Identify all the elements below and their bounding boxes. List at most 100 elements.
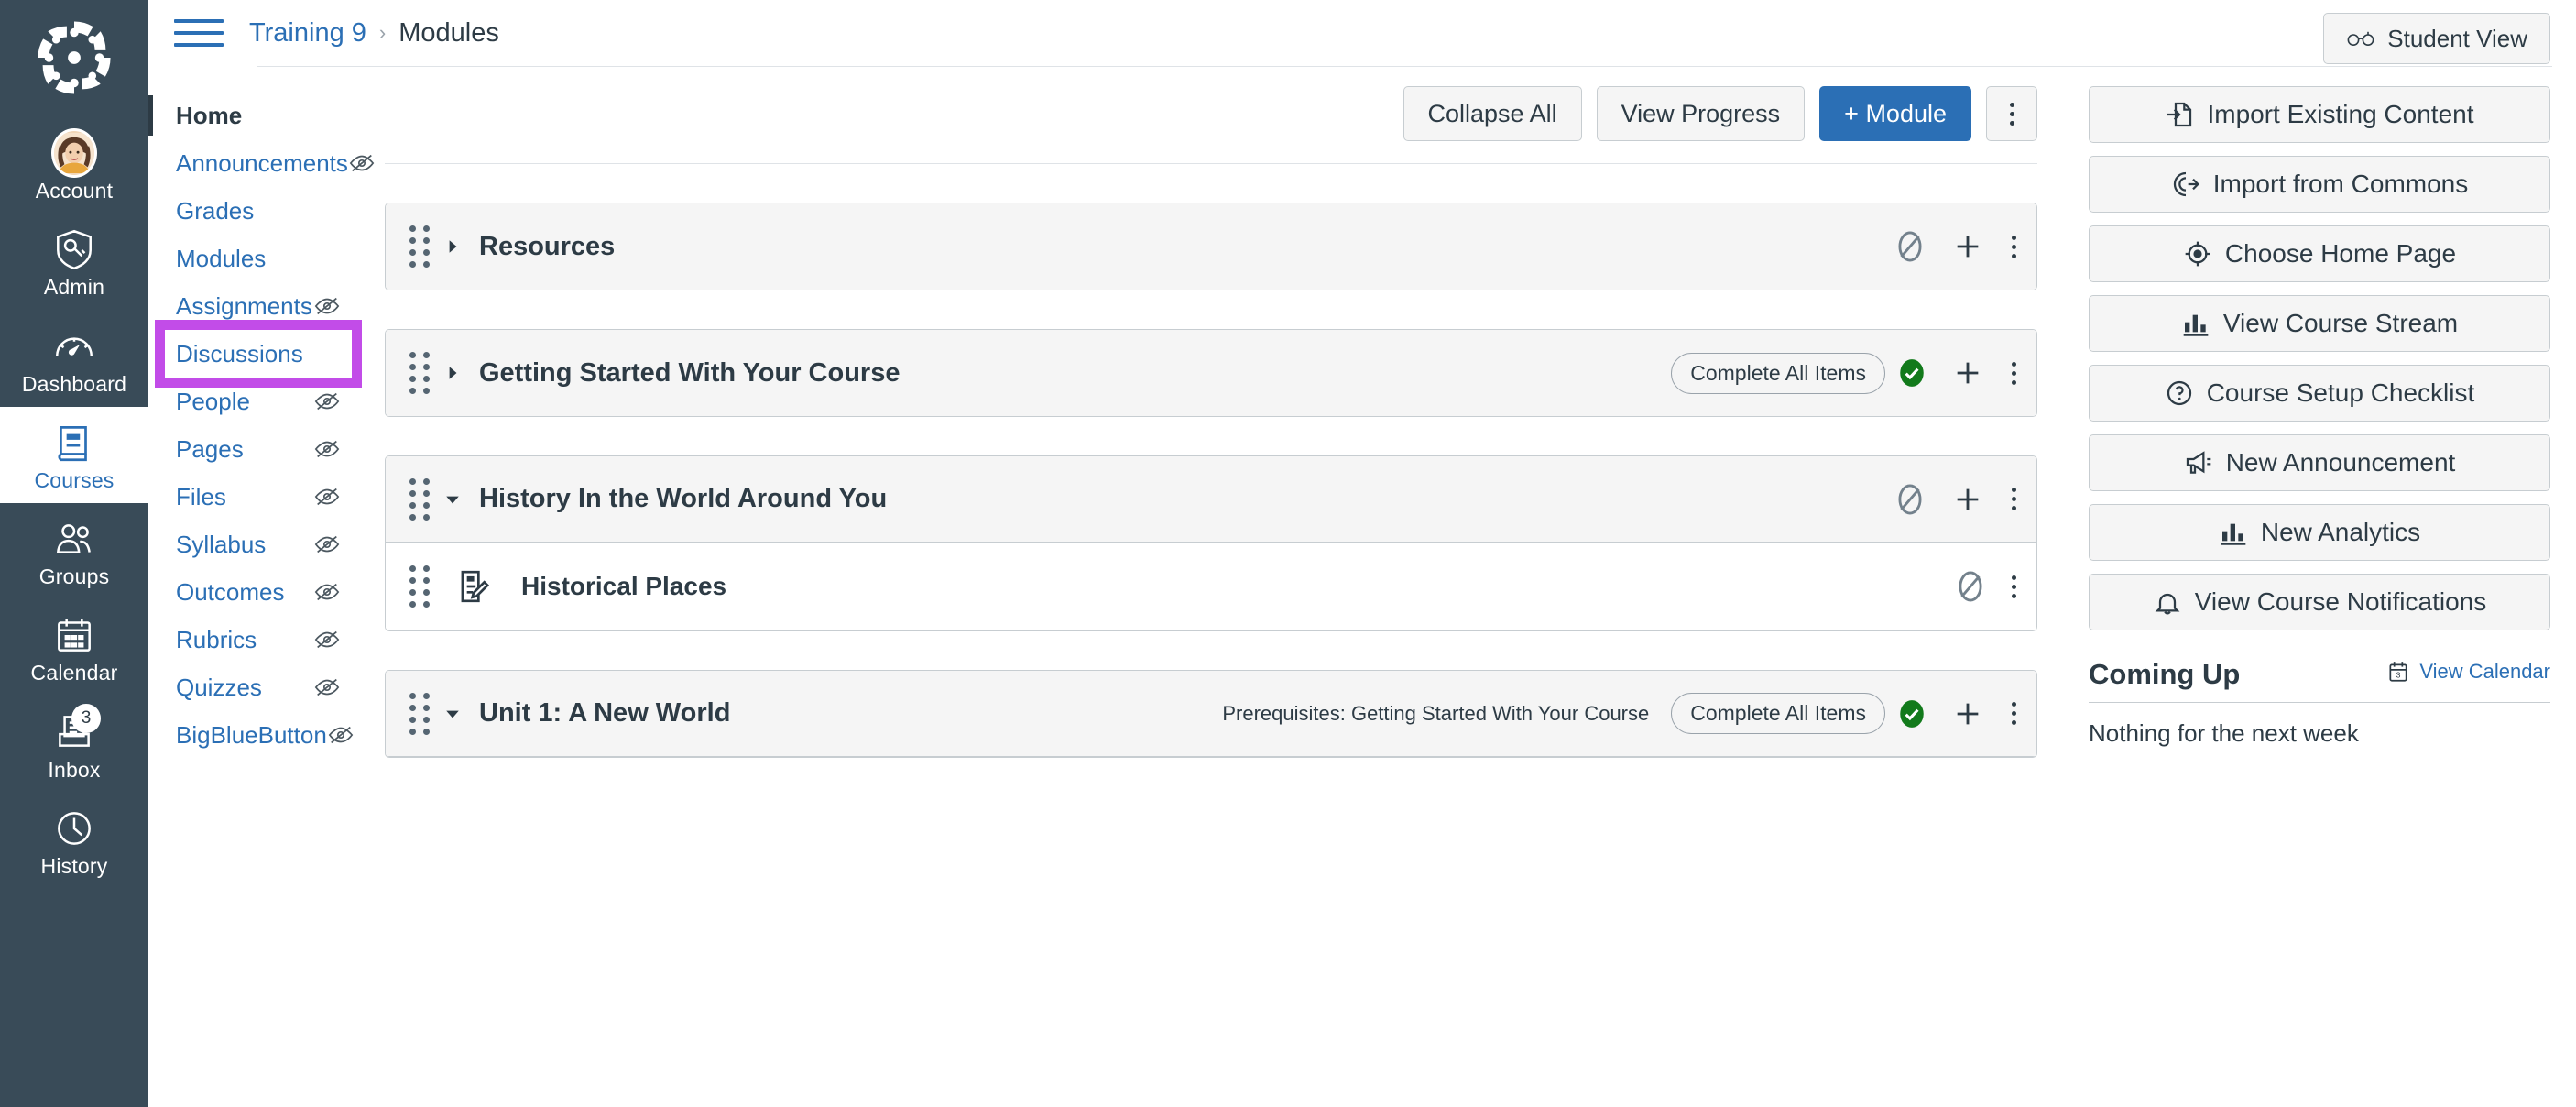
course-nav-item-grades[interactable]: Grades	[148, 187, 361, 235]
coming-up-empty-text: Nothing for the next week	[2089, 719, 2359, 747]
course-nav-item-modules[interactable]: Modules	[148, 235, 361, 282]
course-nav-item-rubrics[interactable]: Rubrics	[148, 616, 361, 663]
groups-people-icon	[51, 516, 97, 562]
module-options-kebab-icon[interactable]	[2012, 361, 2016, 385]
new-announcement-button[interactable]: New Announcement	[2089, 434, 2550, 491]
course-nav-item-discussions[interactable]: Discussions	[155, 320, 362, 388]
course-nav-item-announcements[interactable]: Announcements	[148, 139, 375, 187]
course-home-sidebar: Import Existing Content Import from Comm…	[2063, 66, 2576, 1106]
drag-handle-icon[interactable]	[406, 352, 433, 394]
eye-slash-icon	[313, 483, 341, 510]
side-button-label: View Course Notifications	[2194, 587, 2487, 616]
courses-book-icon	[51, 420, 97, 466]
view-course-stream-button[interactable]: View Course Stream	[2089, 295, 2550, 352]
view-progress-button[interactable]: View Progress	[1596, 86, 1806, 141]
drag-handle-icon[interactable]	[406, 477, 433, 521]
canvas-modules-page: Account Admin Dashboard Courses Groups C…	[0, 0, 2576, 1107]
module-header[interactable]: Resources	[386, 203, 2036, 290]
global-nav-item-calendar[interactable]: Calendar	[0, 599, 148, 696]
global-nav-label: Inbox	[48, 757, 101, 782]
module-options-kebab-icon[interactable]	[2012, 488, 2016, 510]
eye-slash-icon	[313, 674, 341, 701]
course-nav-item-people[interactable]: People	[148, 378, 361, 425]
add-item-icon[interactable]	[1948, 226, 1988, 267]
global-nav-item-account[interactable]: Account	[0, 117, 148, 214]
course-nav-item-syllabus[interactable]: Syllabus	[148, 521, 361, 568]
module-header[interactable]: Unit 1: A New World Prerequisites: Getti…	[386, 671, 2036, 757]
course-setup-checklist-button[interactable]: Course Setup Checklist	[2089, 365, 2550, 422]
chevron-down-icon[interactable]	[439, 491, 466, 508]
add-item-icon[interactable]	[1948, 694, 1988, 734]
module-options-kebab-icon[interactable]	[2012, 702, 2016, 725]
module-options-kebab-icon[interactable]	[2012, 235, 2016, 258]
add-module-button[interactable]: + Module	[1819, 86, 1971, 141]
global-nav-label: Admin	[43, 275, 105, 300]
published-icon[interactable]	[1896, 357, 1927, 389]
student-view-button[interactable]: Student View	[2323, 13, 2550, 64]
view-calendar-link[interactable]: 3 View Calendar	[2386, 660, 2550, 684]
global-nav-item-inbox[interactable]: 3 Inbox	[0, 696, 148, 793]
collapse-all-button[interactable]: Collapse All	[1403, 86, 1582, 141]
drag-handle-icon[interactable]	[406, 225, 433, 268]
side-button-label: Import from Commons	[2212, 170, 2469, 198]
unpublished-icon[interactable]	[1953, 569, 1988, 604]
chevron-right-icon[interactable]	[439, 238, 466, 255]
chevron-right-icon[interactable]	[439, 365, 466, 381]
add-item-icon[interactable]	[1948, 479, 1988, 520]
global-nav-item-history[interactable]: History	[0, 793, 148, 889]
calendar-icon	[51, 612, 97, 658]
assignment-edit-icon	[455, 569, 490, 604]
course-nav-item-assignments[interactable]: Assignments	[148, 282, 361, 330]
coming-up-divider	[2089, 702, 2550, 703]
drag-handle-icon[interactable]	[406, 565, 433, 608]
global-nav-item-groups[interactable]: Groups	[0, 503, 148, 599]
published-icon[interactable]	[1896, 698, 1927, 729]
course-nav-item-files[interactable]: Files	[148, 473, 361, 521]
breadcrumb-course-link[interactable]: Training 9	[249, 18, 366, 49]
global-nav-item-dashboard[interactable]: Dashboard	[0, 311, 148, 407]
module-prerequisites: Prerequisites: Getting Started With Your…	[1222, 701, 1650, 725]
module-item-title: Historical Places	[521, 572, 727, 600]
module-item-options-kebab-icon[interactable]	[2012, 575, 2016, 598]
module-title: Getting Started With Your Course	[479, 357, 901, 388]
module-header[interactable]: History In the World Around You	[386, 456, 2036, 543]
course-nav-item-home[interactable]: Home	[148, 92, 361, 139]
top-bar: Training 9 › Modules Student View	[148, 0, 2576, 66]
module-title: Unit 1: A New World	[479, 698, 731, 728]
unpublished-icon[interactable]	[1893, 229, 1927, 264]
eye-slash-icon	[313, 388, 341, 415]
unpublished-icon[interactable]	[1893, 482, 1927, 517]
module-item-historical-places[interactable]: Historical Places	[386, 543, 2036, 630]
glasses-icon	[2346, 24, 2375, 53]
course-nav-item-outcomes[interactable]: Outcomes	[148, 568, 361, 616]
bar-chart-icon	[2181, 309, 2210, 338]
import-existing-content-button[interactable]: Import Existing Content	[2089, 86, 2550, 143]
course-nav-item-pages[interactable]: Pages	[148, 425, 361, 473]
import-from-commons-button[interactable]: Import from Commons	[2089, 156, 2550, 213]
side-button-label: View Course Stream	[2222, 309, 2459, 337]
student-view-label: Student View	[2387, 24, 2527, 52]
course-nav-item-bigbluebutton[interactable]: BigBlueButton	[148, 711, 361, 759]
global-nav-item-admin[interactable]: Admin	[0, 214, 148, 310]
global-nav-label: Account	[35, 179, 114, 203]
choose-home-page-button[interactable]: Choose Home Page	[2089, 225, 2550, 282]
modules-options-menu-button[interactable]	[1986, 86, 2037, 141]
new-analytics-button[interactable]: New Analytics	[2089, 504, 2550, 561]
chevron-right-icon: ›	[378, 21, 387, 44]
canvas-logo-icon[interactable]	[35, 18, 114, 97]
import-file-icon	[2165, 100, 2194, 129]
module-header[interactable]: Getting Started With Your Course Complet…	[386, 330, 2036, 416]
view-course-notifications-button[interactable]: View Course Notifications	[2089, 574, 2550, 630]
module-getting-started: Getting Started With Your Course Complet…	[385, 329, 2037, 417]
course-nav-item-quizzes[interactable]: Quizzes	[148, 663, 361, 711]
drag-handle-icon[interactable]	[406, 692, 433, 735]
global-nav-item-courses[interactable]: Courses	[0, 406, 148, 504]
modules-toolbar: Collapse All View Progress + Module	[385, 86, 2063, 141]
hamburger-icon[interactable]	[174, 15, 224, 51]
add-item-icon[interactable]	[1948, 353, 1988, 393]
eye-slash-icon	[313, 292, 341, 320]
chevron-down-icon[interactable]	[439, 706, 466, 722]
requirement-pill: Complete All Items	[1671, 352, 1885, 394]
course-nav-label: Discussions	[176, 339, 303, 367]
course-nav-label: Outcomes	[176, 577, 285, 606]
